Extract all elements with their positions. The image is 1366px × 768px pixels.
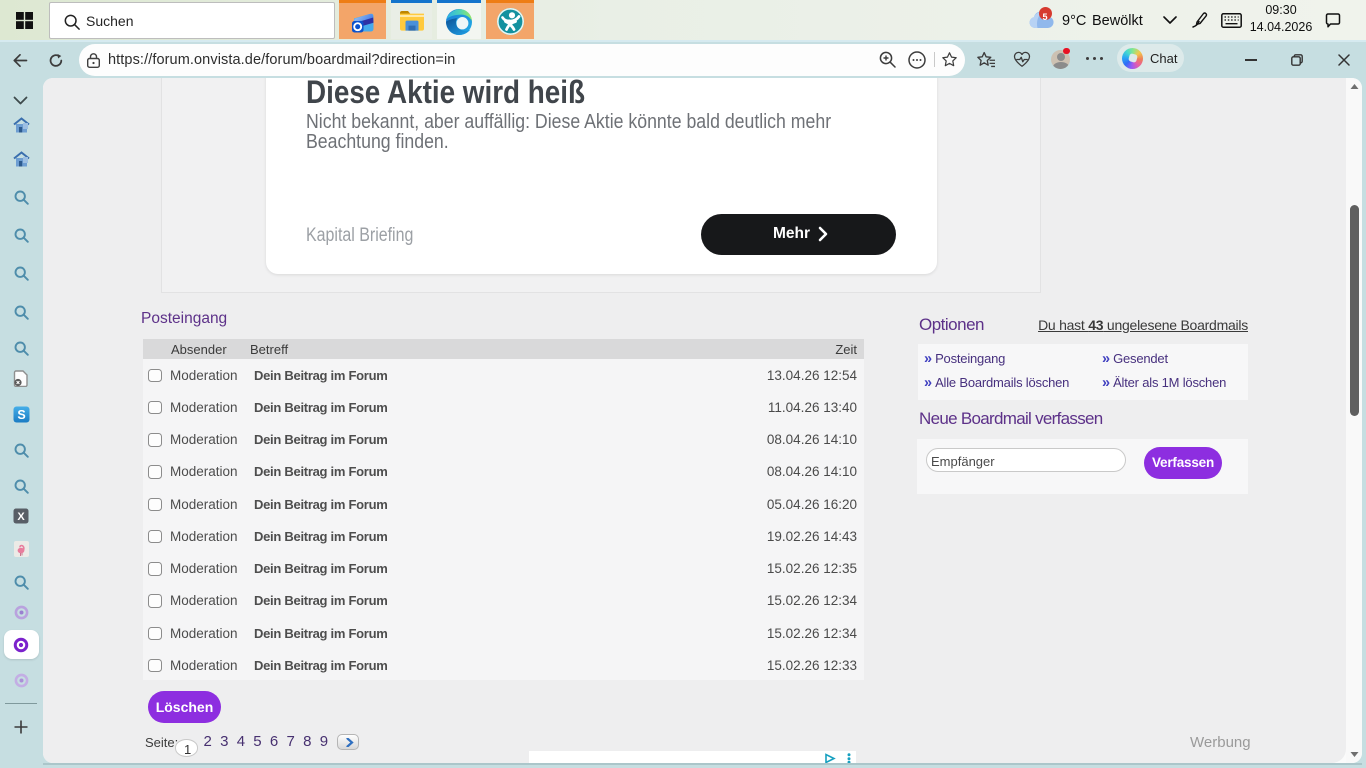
svg-text:S: S [17, 408, 25, 422]
svg-text:X: X [17, 511, 25, 523]
